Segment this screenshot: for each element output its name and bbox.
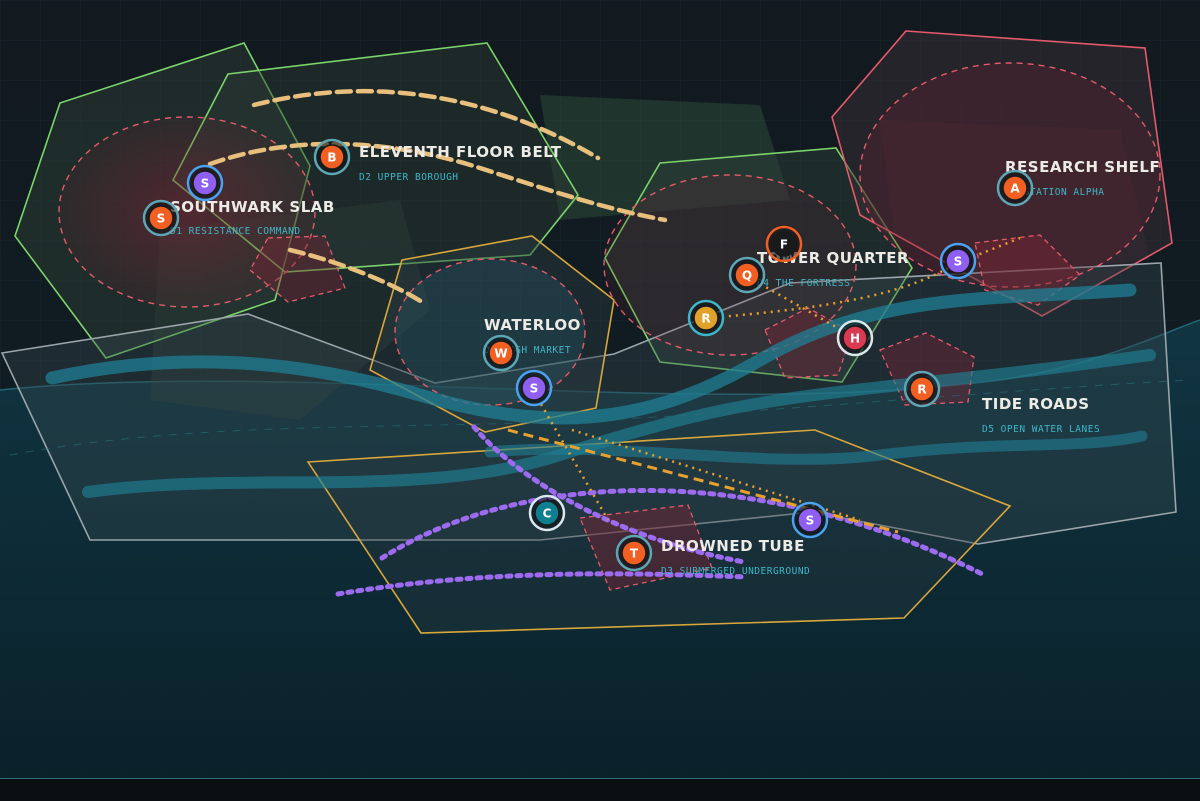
map-canvas[interactable]: SOUTHWARK SLAB D1 RESISTANCE COMMAND ELE… [0, 0, 1200, 800]
map-marker-r[interactable]: R [903, 370, 941, 408]
marker-letter: S [954, 255, 963, 269]
marker-letter: A [1010, 182, 1020, 196]
map-marker-s[interactable]: S [186, 164, 224, 202]
map-marker-h[interactable]: H [836, 319, 874, 357]
status-bar [0, 778, 1200, 801]
district-title: RESEARCH SHELF [1005, 158, 1160, 176]
marker-letter: B [327, 151, 336, 165]
marker-letter: T [630, 547, 639, 561]
district-subtitle: D3 SUBMERGED UNDERGROUND [661, 566, 810, 577]
district-title: TIDE ROADS [982, 395, 1090, 413]
map-marker-f[interactable]: F [765, 225, 803, 263]
marker-letter: S [806, 514, 815, 528]
district-subtitle: D4 THE FORTRESS [757, 278, 850, 289]
district-subtitle: D5 OPEN WATER LANES [982, 424, 1100, 435]
marker-letter: H [850, 332, 860, 346]
map-marker-w[interactable]: W [482, 334, 520, 372]
marker-letter: S [201, 177, 210, 191]
map-stage: SOUTHWARK SLAB D1 RESISTANCE COMMAND ELE… [0, 0, 1200, 801]
map-marker-s[interactable]: S [791, 501, 829, 539]
marker-letter: S [530, 382, 539, 396]
map-marker-q[interactable]: Q [728, 256, 766, 294]
marker-letter: W [494, 347, 507, 361]
district-subtitle: D2 UPPER BOROUGH [359, 172, 459, 183]
map-marker-r[interactable]: R [687, 299, 725, 337]
map-marker-s[interactable]: S [939, 242, 977, 280]
map-marker-s[interactable]: S [515, 369, 553, 407]
map-marker-t[interactable]: T [615, 534, 653, 572]
district-title: DROWNED TUBE [661, 537, 805, 555]
district-title: ELEVENTH FLOOR BELT [359, 143, 562, 161]
district-title: WATERLOO [484, 316, 581, 334]
district-subtitle: D1 RESISTANCE COMMAND [170, 226, 301, 237]
map-marker-c[interactable]: C [528, 494, 566, 532]
map-marker-a[interactable]: A [996, 169, 1034, 207]
marker-letter: R [917, 383, 926, 397]
marker-letter: R [701, 312, 710, 326]
district-title: SOUTHWARK SLAB [170, 198, 335, 216]
marker-letter: F [780, 238, 788, 252]
marker-letter: S [157, 212, 166, 226]
marker-letter: Q [742, 269, 752, 283]
map-marker-s[interactable]: S [142, 199, 180, 237]
map-marker-b[interactable]: B [313, 138, 351, 176]
marker-letter: C [543, 507, 552, 521]
